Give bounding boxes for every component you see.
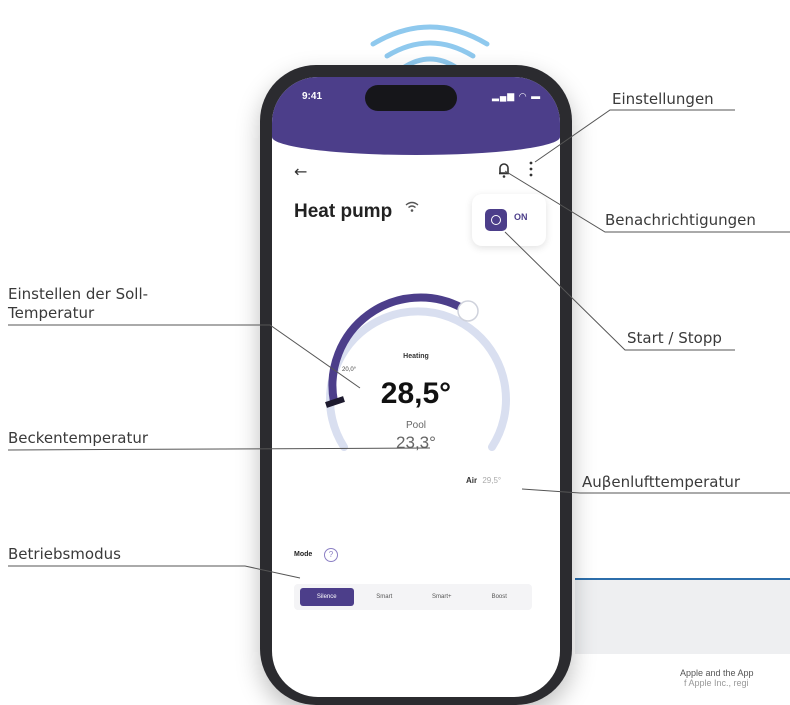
callout-set-temperature-line-2: Temperatur [8,304,95,322]
leader-settings [534,109,735,163]
leader-operating-mode [8,565,301,579]
callout-outside-temperature: Auβenlufttemperatur [582,473,741,491]
callout-settings: Einstellungen [612,90,714,108]
leader-pool-temperature [7,447,431,451]
callout-notifications: Benachrichtigungen [605,211,756,229]
callout-operating-mode: Betriebsmodus [8,545,121,563]
callout-start-stop: Start / Stopp [627,329,722,347]
leader-set-temperature [8,324,361,389]
callout-set-temperature-line-1: Einstellen der Soll- [8,285,149,303]
callout-set-temperature: Einstellen der Soll- Temperatur [8,285,148,323]
callout-pool-temperature: Beckentemperatur [8,429,149,447]
